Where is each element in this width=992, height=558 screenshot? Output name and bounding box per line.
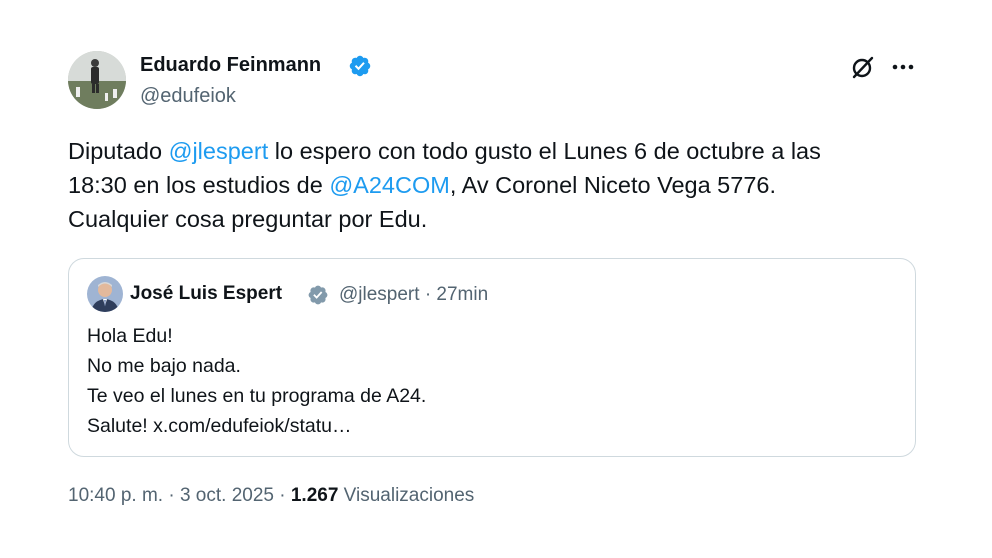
tweet: Eduardo Feinmann @edufeiok Diputado @jle…	[0, 0, 992, 558]
profile-photo-icon	[68, 51, 126, 109]
quoted-tweet[interactable]: José Luis Espert @jlespert · 27min Hola …	[68, 258, 916, 457]
tweet-timestamp[interactable]: 10:40 p. m. · 3 oct. 2025 ·	[68, 485, 291, 506]
mention-link[interactable]: @A24COM	[329, 172, 450, 198]
grok-icon[interactable]	[850, 54, 876, 80]
author-handle[interactable]: @edufeiok	[140, 85, 236, 108]
tweet-text-segment: 18:30 en los estudios de	[68, 172, 330, 198]
mention-link[interactable]: @jlespert	[169, 138, 269, 164]
quoted-tweet-text: Hola Edu! No me bajo nada. Te veo el lun…	[87, 321, 887, 441]
author-avatar[interactable]	[68, 51, 126, 109]
verified-badge-icon	[308, 285, 328, 305]
quoted-text-line: No me bajo nada.	[87, 355, 241, 377]
tweet-text-line: 18:30 en los estudios de @A24COM, Av Cor…	[68, 168, 928, 202]
profile-photo-icon	[87, 276, 123, 312]
quoted-text-line: Hola Edu!	[87, 325, 173, 347]
quoted-author-avatar[interactable]	[87, 276, 123, 312]
quoted-handle-time[interactable]: @jlespert · 27min	[339, 284, 488, 306]
quoted-text-line: Te veo el lunes en tu programa de A24.	[87, 385, 427, 407]
quoted-text-line: Salute! x.com/edufeiok/statu…	[87, 415, 352, 437]
tweet-text-segment: , Av Coronel Niceto Vega 5776.	[449, 172, 776, 198]
tweet-text-line: Cualquier cosa preguntar por Edu.	[68, 202, 928, 236]
tweet-text-segment: Diputado	[68, 138, 169, 164]
views-label: Visualizaciones	[338, 485, 475, 506]
author-name[interactable]: Eduardo Feinmann	[140, 54, 321, 77]
tweet-text-line: Diputado @jlespert lo espero con todo gu…	[68, 134, 928, 168]
tweet-footer: 10:40 p. m. · 3 oct. 2025 · 1.267 Visual…	[68, 485, 474, 507]
quoted-author-name[interactable]: José Luis Espert	[130, 283, 282, 305]
tweet-text-segment: Cualquier cosa preguntar por Edu.	[68, 206, 428, 232]
verified-badge-icon	[349, 55, 371, 77]
tweet-text-segment: lo espero con todo gusto el Lunes 6 de o…	[268, 138, 821, 164]
more-options-icon[interactable]	[889, 54, 917, 80]
tweet-text: Diputado @jlespert lo espero con todo gu…	[68, 134, 928, 236]
views-count: 1.267	[290, 485, 339, 506]
